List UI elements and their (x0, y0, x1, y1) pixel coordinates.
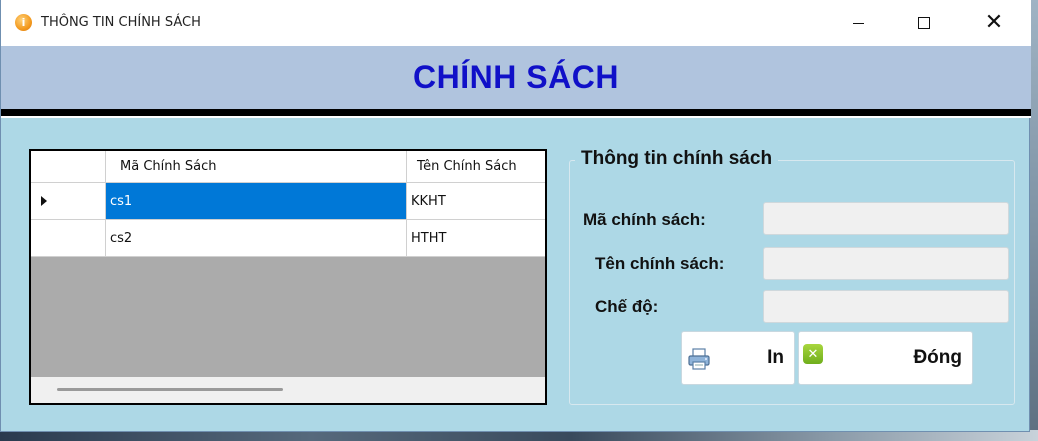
che-do-label: Chế độ: (595, 297, 659, 316)
maximize-icon (918, 17, 930, 29)
header-divider (1, 109, 1031, 118)
policy-info-window: i THÔNG TIN CHÍNH SÁCH ✕ CHÍNH SÁCH Mã C… (0, 0, 1031, 432)
desktop-background (1030, 0, 1038, 441)
maximize-button[interactable] (901, 0, 947, 46)
print-button[interactable]: In (681, 331, 795, 385)
column-header-ma-chinh-sach[interactable]: Mã Chính Sách (106, 151, 407, 182)
ma-chinh-sach-input[interactable] (763, 202, 1009, 235)
policy-details-legend: Thông tin chính sách (575, 148, 779, 170)
printer-icon (688, 348, 710, 370)
cell-ten-chinh-sach[interactable]: HTHT (407, 220, 545, 256)
cell-ma-chinh-sach[interactable]: cs1 (106, 183, 407, 219)
table-row[interactable]: cs2 HTHT (31, 220, 545, 257)
page-title: CHÍNH SÁCH (413, 59, 619, 95)
scrollbar-thumb[interactable] (57, 388, 283, 391)
horizontal-scrollbar[interactable] (31, 377, 545, 403)
close-icon: ✕ (984, 10, 1004, 35)
close-button-label: Đóng (913, 347, 962, 368)
ten-chinh-sach-input[interactable] (763, 247, 1009, 280)
ma-chinh-sach-label: Mã chính sách: (583, 210, 706, 229)
ten-chinh-sach-label: Tên chính sách: (595, 254, 725, 273)
che-do-input[interactable] (763, 290, 1009, 323)
current-row-arrow-icon (41, 196, 47, 206)
app-icon: i (15, 14, 32, 31)
grid-header-row: Mã Chính Sách Tên Chính Sách (31, 151, 545, 183)
title-bar: i THÔNG TIN CHÍNH SÁCH ✕ (1, 0, 1031, 46)
minimize-icon (852, 22, 864, 24)
row-selector[interactable] (31, 220, 106, 256)
cell-ma-chinh-sach[interactable]: cs2 (106, 220, 407, 256)
minimize-button[interactable] (835, 0, 881, 46)
table-row[interactable]: cs1 KKHT (31, 183, 545, 220)
close-x-icon: ✕ (803, 344, 823, 364)
close-button[interactable]: ✕ Đóng (798, 331, 973, 385)
window-title: THÔNG TIN CHÍNH SÁCH (41, 15, 201, 30)
row-selector[interactable] (31, 183, 106, 219)
row-header-column[interactable] (31, 151, 106, 182)
column-header-ten-chinh-sach[interactable]: Tên Chính Sách (407, 151, 545, 182)
close-window-button[interactable]: ✕ (971, 0, 1017, 46)
header-band: CHÍNH SÁCH (1, 46, 1031, 109)
print-button-label: In (767, 347, 784, 368)
policy-grid[interactable]: Mã Chính Sách Tên Chính Sách cs1 KKHT cs… (29, 149, 547, 405)
cell-ten-chinh-sach[interactable]: KKHT (407, 183, 545, 219)
